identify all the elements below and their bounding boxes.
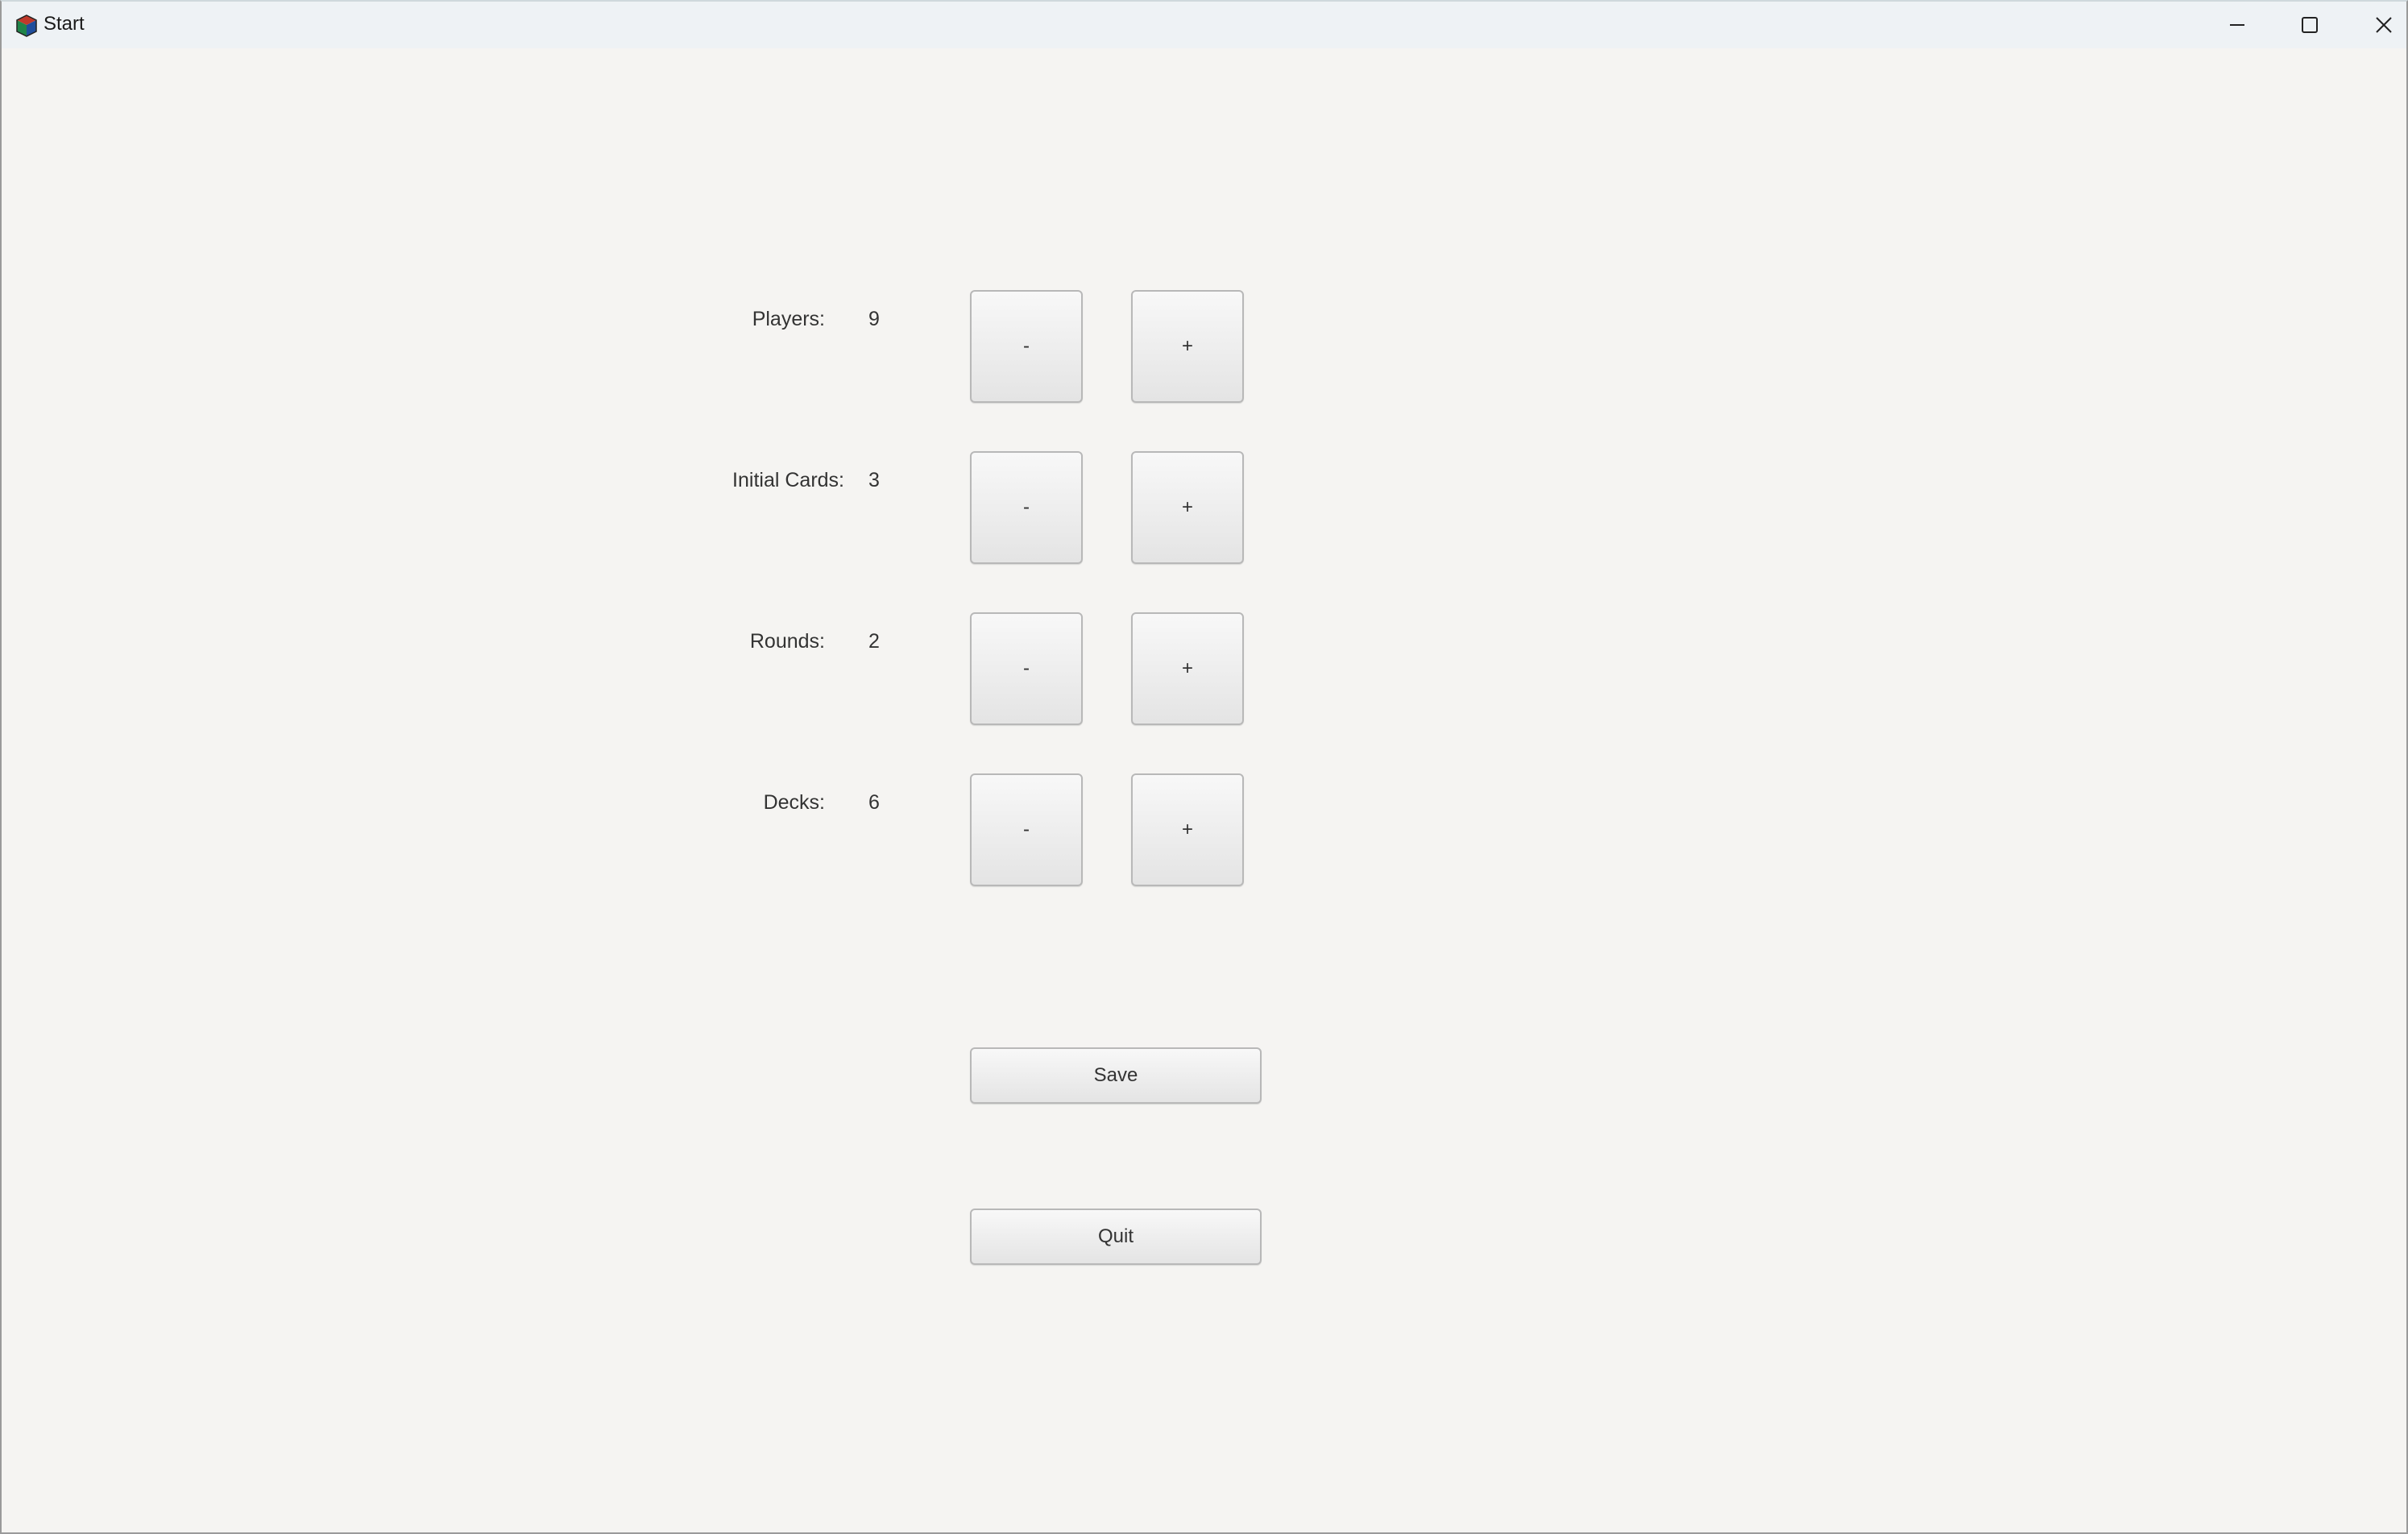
initial-cards-label: Initial Cards: [732,469,844,491]
maximize-icon [2302,17,2318,33]
minimize-button[interactable] [2201,2,2273,48]
decks-label: Decks: [763,791,825,814]
rounds-label: Rounds: [749,630,825,653]
players-decrement-button[interactable]: - [970,290,1083,403]
close-button[interactable] [2348,2,2408,48]
settings-panel: Players: 9 - + Initial Cards: 3 - + Roun… [2,48,2406,1532]
rounds-value: 2 [868,630,880,653]
initial-cards-decrement-button[interactable]: - [970,451,1083,564]
decks-increment-button[interactable]: + [1131,773,1244,886]
close-icon [2376,17,2392,33]
initial-cards-value: 3 [868,469,880,491]
maximize-button[interactable] [2273,2,2346,48]
window-title: Start [44,13,85,35]
players-increment-button[interactable]: + [1131,290,1244,403]
quit-button[interactable]: Quit [970,1209,1262,1265]
minimize-icon [2230,24,2244,26]
app-cube-icon [16,15,37,37]
players-label: Players: [752,308,825,330]
initial-cards-increment-button[interactable]: + [1131,451,1244,564]
app-window: Start Players: 9 - + Initial Cards: 3 - … [0,0,2408,1534]
title-bar[interactable]: Start [2,2,2406,48]
save-button[interactable]: Save [970,1047,1262,1104]
decks-value: 6 [868,791,880,814]
players-value: 9 [868,308,880,330]
rounds-decrement-button[interactable]: - [970,612,1083,725]
decks-decrement-button[interactable]: - [970,773,1083,886]
rounds-increment-button[interactable]: + [1131,612,1244,725]
